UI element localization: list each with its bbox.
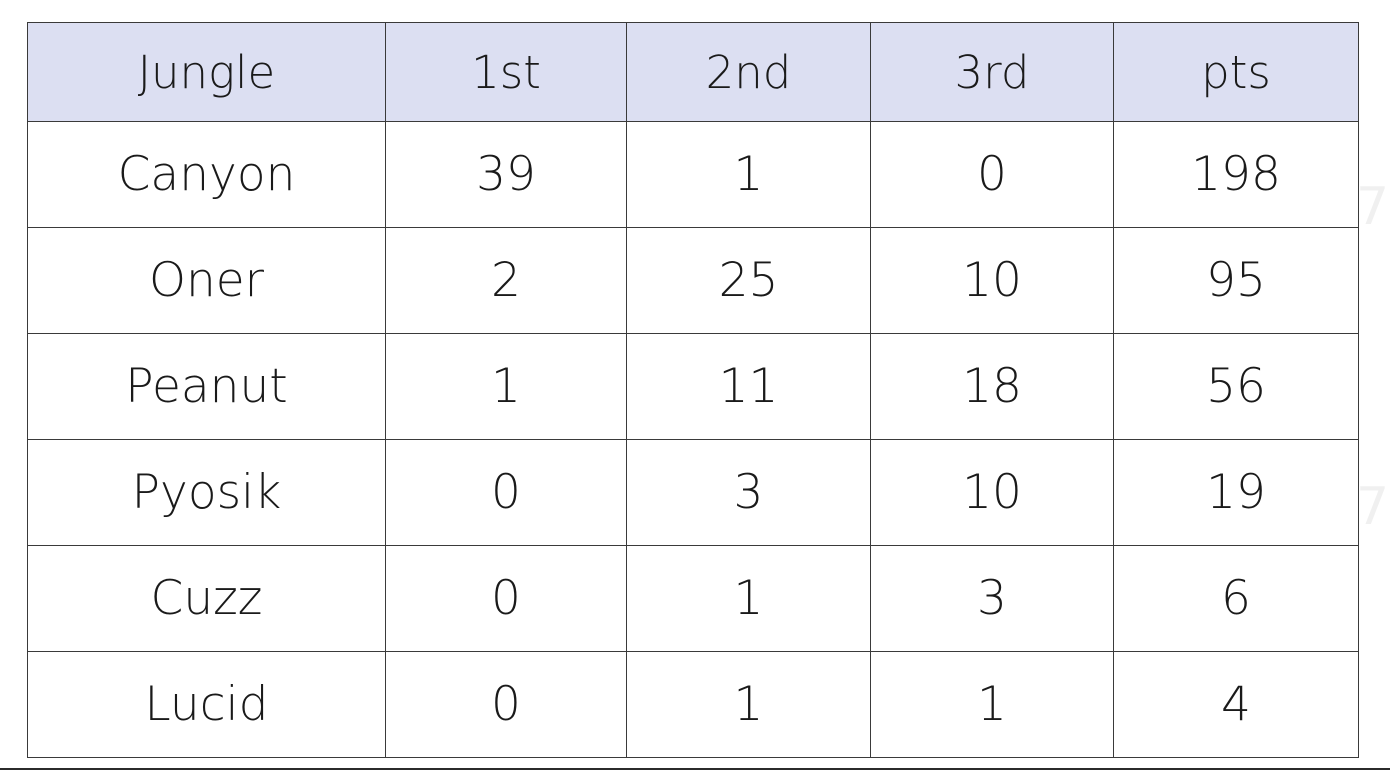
table-row: Oner 2 25 10 95 [27,227,1359,334]
cell-pts: 56 [1113,333,1359,440]
column-header-3rd[interactable]: 3rd [870,22,1114,122]
cell-second: 1 [626,545,871,652]
cell-third: 10 [870,227,1114,334]
page-root: 7 7 Jungle 1st 2nd 3rd pts Canyon 39 1 0 [0,0,1390,775]
cell-pts: 198 [1113,121,1359,228]
jungle-standings-table: Jungle 1st 2nd 3rd pts Canyon 39 1 0 198… [27,22,1359,758]
cell-first: 0 [385,651,627,758]
table-row: Cuzz 0 1 3 6 [27,545,1359,652]
cell-third: 0 [870,121,1114,228]
cell-first: 2 [385,227,627,334]
cell-player: Canyon [27,121,386,228]
bottom-divider [0,768,1390,770]
cell-third: 3 [870,545,1114,652]
cell-second: 25 [626,227,871,334]
column-header-1st[interactable]: 1st [385,22,627,122]
table-row: Lucid 0 1 1 4 [27,651,1359,758]
cell-second: 1 [626,651,871,758]
cell-third: 10 [870,439,1114,546]
column-header-jungle[interactable]: Jungle [27,22,386,122]
cell-second: 1 [626,121,871,228]
table-header: Jungle 1st 2nd 3rd pts [27,22,1359,122]
watermark-top-icon: 7 [1356,177,1390,237]
cell-pts: 6 [1113,545,1359,652]
table-header-row: Jungle 1st 2nd 3rd pts [27,22,1359,122]
cell-player: Lucid [27,651,386,758]
cell-pts: 95 [1113,227,1359,334]
cell-player: Cuzz [27,545,386,652]
cell-pts: 4 [1113,651,1359,758]
table-row: Pyosik 0 3 10 19 [27,439,1359,546]
column-header-pts[interactable]: pts [1113,22,1359,122]
cell-first: 1 [385,333,627,440]
cell-player: Oner [27,227,386,334]
table-body: Canyon 39 1 0 198 Oner 2 25 10 95 Peanut… [27,121,1359,758]
cell-third: 1 [870,651,1114,758]
cell-first: 0 [385,439,627,546]
cell-player: Peanut [27,333,386,440]
cell-second: 11 [626,333,871,440]
cell-player: Pyosik [27,439,386,546]
cell-first: 39 [385,121,627,228]
watermark-bottom-icon: 7 [1356,477,1390,537]
cell-pts: 19 [1113,439,1359,546]
cell-third: 18 [870,333,1114,440]
cell-second: 3 [626,439,871,546]
column-header-2nd[interactable]: 2nd [626,22,871,122]
table-row: Peanut 1 11 18 56 [27,333,1359,440]
cell-first: 0 [385,545,627,652]
table-row: Canyon 39 1 0 198 [27,121,1359,228]
